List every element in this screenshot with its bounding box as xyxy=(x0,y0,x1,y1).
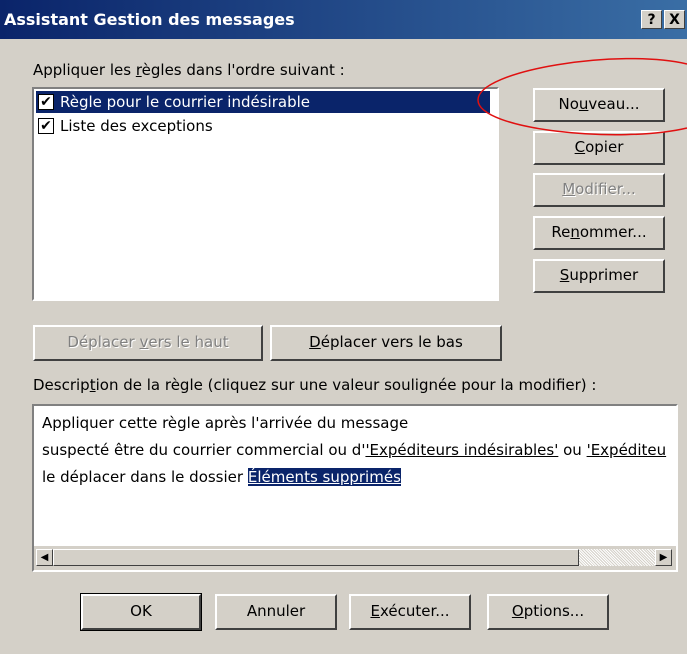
rule-checkbox[interactable]: ✔ xyxy=(38,94,54,110)
rules-wizard-dialog: Assistant Gestion des messages ? X Appli… xyxy=(0,0,687,654)
annotation-ellipse xyxy=(477,57,687,136)
rule-item-junk[interactable]: ✔ Règle pour le courrier indésirable xyxy=(36,91,490,113)
options-button[interactable]: Options... xyxy=(487,594,609,630)
junk-senders-link[interactable]: 'Expéditeurs indésirables' xyxy=(365,441,558,459)
description-line-3: le déplacer dans le dossier Éléments sup… xyxy=(42,468,401,486)
deleted-items-folder-link[interactable]: Éléments supprimés xyxy=(247,468,401,486)
delete-button[interactable]: Supprimer xyxy=(533,259,665,293)
rule-label: Liste des exceptions xyxy=(60,117,213,135)
help-button[interactable]: ? xyxy=(641,10,662,29)
horizontal-scrollbar[interactable]: ◀ ▶ xyxy=(34,546,676,570)
description-label: Description de la règle (cliquez sur une… xyxy=(33,376,597,394)
rename-button[interactable]: Renommer... xyxy=(533,216,665,250)
scroll-thumb[interactable] xyxy=(53,549,579,566)
run-button[interactable]: Exécuter... xyxy=(349,594,471,630)
cancel-button[interactable]: Annuler xyxy=(215,594,337,630)
move-down-button[interactable]: Déplacer vers le bas xyxy=(270,325,502,361)
modify-button[interactable]: Modifier... xyxy=(533,173,665,207)
rule-description-box[interactable]: Appliquer cette règle après l'arrivée du… xyxy=(32,404,678,572)
ok-button[interactable]: OK xyxy=(80,593,202,631)
close-button[interactable]: X xyxy=(664,10,685,29)
description-line-1: Appliquer cette règle après l'arrivée du… xyxy=(42,414,409,432)
rule-checkbox[interactable]: ✔ xyxy=(38,118,54,134)
senders-link-truncated[interactable]: 'Expéditeu xyxy=(587,441,667,459)
window-title: Assistant Gestion des messages xyxy=(4,10,295,29)
title-bar[interactable]: Assistant Gestion des messages ? X xyxy=(0,0,687,39)
description-line-2: suspecté être du courrier commercial ou … xyxy=(42,441,667,459)
scroll-right-arrow[interactable]: ▶ xyxy=(655,549,672,566)
rules-list-label: Appliquer les règles dans l'ordre suivan… xyxy=(33,61,345,79)
rule-label: Règle pour le courrier indésirable xyxy=(60,93,310,111)
move-up-button[interactable]: Déplacer vers le haut xyxy=(33,325,263,361)
scroll-left-arrow[interactable]: ◀ xyxy=(36,549,53,566)
scroll-track[interactable] xyxy=(579,549,655,566)
rules-list[interactable]: ✔ Règle pour le courrier indésirable ✔ L… xyxy=(32,87,499,301)
